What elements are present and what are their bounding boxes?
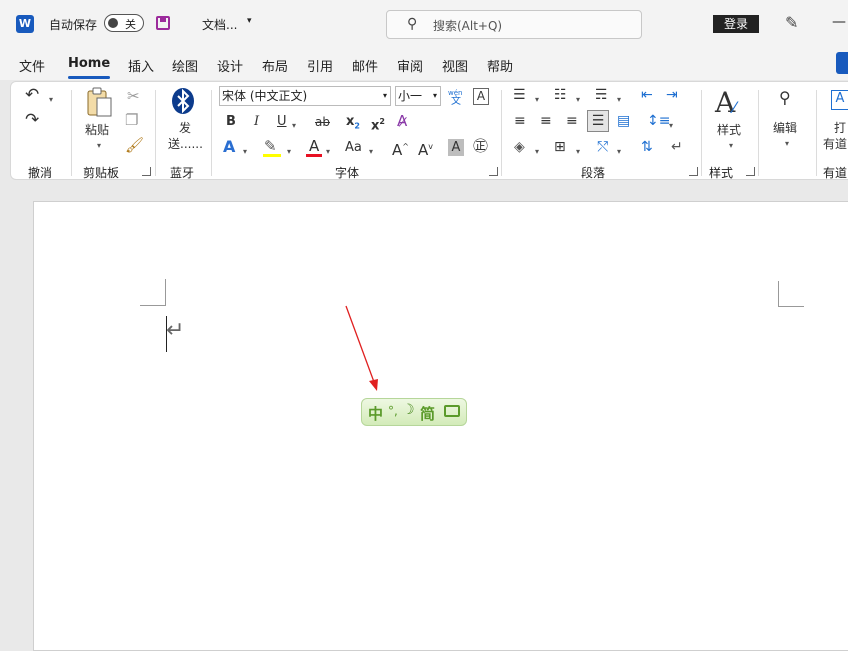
ime-punctuation-icon[interactable]: °, [388,404,398,418]
ime-chinese-mode-button[interactable]: 中 [368,403,383,424]
annotation-arrow [345,305,378,391]
ime-halfwidth-moon-icon[interactable]: ☽ [402,402,415,418]
ime-simplified-button[interactable]: 简 [420,403,435,424]
ime-toolbar[interactable]: 中 °, ☽ 简 [361,398,467,426]
ime-keyboard-icon[interactable] [444,405,460,417]
